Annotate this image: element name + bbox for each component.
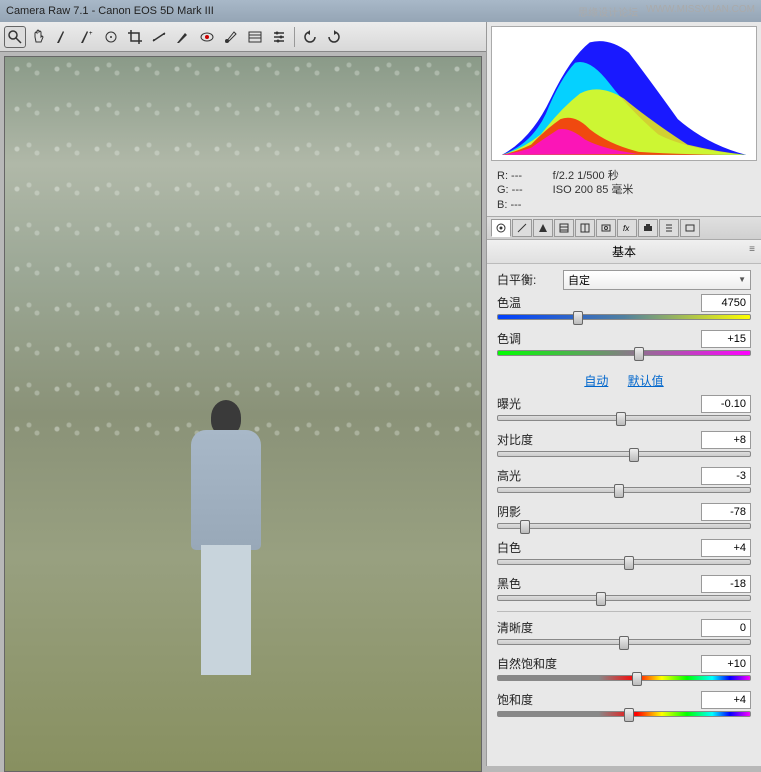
exif-b: B: --- bbox=[497, 198, 523, 212]
tint-thumb[interactable] bbox=[634, 347, 644, 361]
preview-area: + bbox=[0, 22, 486, 766]
tab-lens-corrections[interactable] bbox=[596, 219, 616, 237]
title-bar: Camera Raw 7.1 - Canon EOS 5D Mark III 思… bbox=[0, 0, 761, 22]
histogram[interactable] bbox=[491, 26, 757, 161]
exposure-value[interactable]: -0.10 bbox=[701, 395, 751, 413]
exposure-slider[interactable]: 曝光-0.10 bbox=[497, 395, 751, 423]
preferences-tool[interactable] bbox=[268, 26, 290, 48]
temperature-value[interactable]: 4750 bbox=[701, 294, 751, 312]
wb-label: 白平衡: bbox=[497, 271, 557, 288]
tab-basic[interactable] bbox=[491, 219, 511, 237]
tint-slider[interactable]: 色调+15 bbox=[497, 330, 751, 358]
targeted-adjustment-tool[interactable] bbox=[100, 26, 122, 48]
contrast-slider[interactable]: 对比度+8 bbox=[497, 431, 751, 459]
auto-link[interactable]: 自动 bbox=[584, 374, 608, 388]
blacks-value[interactable]: -18 bbox=[701, 575, 751, 593]
shadows-slider[interactable]: 阴影-78 bbox=[497, 503, 751, 531]
clarity-value[interactable]: 0 bbox=[701, 619, 751, 637]
tab-tone-curve[interactable] bbox=[512, 219, 532, 237]
tab-hsl[interactable] bbox=[554, 219, 574, 237]
rotate-right-tool[interactable] bbox=[323, 26, 345, 48]
straighten-tool[interactable] bbox=[148, 26, 170, 48]
clarity-slider[interactable]: 清晰度0 bbox=[497, 619, 751, 647]
panel-title: 基本 ≡ bbox=[487, 240, 761, 264]
toolbar: + bbox=[0, 22, 486, 52]
adjustment-brush-tool[interactable] bbox=[220, 26, 242, 48]
contrast-value[interactable]: +8 bbox=[701, 431, 751, 449]
image-preview[interactable] bbox=[4, 56, 482, 772]
saturation-slider[interactable]: 饱和度+4 bbox=[497, 691, 751, 719]
hand-tool[interactable] bbox=[28, 26, 50, 48]
tint-value[interactable]: +15 bbox=[701, 330, 751, 348]
tab-split-toning[interactable] bbox=[575, 219, 595, 237]
exif-r: R: --- bbox=[497, 169, 523, 183]
exif-info: R: --- G: --- B: --- f/2.2 1/500 秒 ISO 2… bbox=[487, 165, 761, 216]
tab-strip: fx bbox=[487, 216, 761, 240]
panel-menu-icon[interactable]: ≡ bbox=[749, 244, 755, 255]
tab-snapshots[interactable] bbox=[680, 219, 700, 237]
app-title: Camera Raw 7.1 - Canon EOS 5D Mark III bbox=[6, 5, 214, 17]
auto-default-links: 自动 默认值 bbox=[497, 366, 751, 395]
graduated-filter-tool[interactable] bbox=[244, 26, 266, 48]
crop-tool[interactable] bbox=[124, 26, 146, 48]
separator bbox=[294, 27, 295, 47]
highlights-value[interactable]: -3 bbox=[701, 467, 751, 485]
rotate-left-tool[interactable] bbox=[299, 26, 321, 48]
watermark: 思缘设计论坛 WWW.MISSYUAN.COM bbox=[578, 4, 755, 19]
wb-dropdown[interactable]: 自定 bbox=[563, 270, 751, 290]
white-balance-tool[interactable] bbox=[52, 26, 74, 48]
svg-text:fx: fx bbox=[623, 224, 630, 233]
tab-detail[interactable] bbox=[533, 219, 553, 237]
zoom-tool[interactable] bbox=[4, 26, 26, 48]
color-sampler-tool[interactable]: + bbox=[76, 26, 98, 48]
default-link[interactable]: 默认值 bbox=[628, 374, 664, 388]
whites-value[interactable]: +4 bbox=[701, 539, 751, 557]
vibrance-slider[interactable]: 自然饱和度+10 bbox=[497, 655, 751, 683]
exif-g: G: --- bbox=[497, 183, 523, 197]
temperature-slider[interactable]: 色温4750 bbox=[497, 294, 751, 322]
svg-text:+: + bbox=[89, 31, 93, 37]
tab-presets[interactable] bbox=[659, 219, 679, 237]
tab-camera-calibration[interactable] bbox=[638, 219, 658, 237]
adjustment-panel: R: --- G: --- B: --- f/2.2 1/500 秒 ISO 2… bbox=[486, 22, 761, 766]
tab-effects[interactable]: fx bbox=[617, 219, 637, 237]
saturation-value[interactable]: +4 bbox=[701, 691, 751, 709]
exif-iso: ISO 200 85 毫米 bbox=[553, 183, 634, 197]
vibrance-value[interactable]: +10 bbox=[701, 655, 751, 673]
shadows-value[interactable]: -78 bbox=[701, 503, 751, 521]
blacks-slider[interactable]: 黑色-18 bbox=[497, 575, 751, 603]
highlights-slider[interactable]: 高光-3 bbox=[497, 467, 751, 495]
exif-aperture: f/2.2 1/500 秒 bbox=[553, 169, 634, 183]
whites-slider[interactable]: 白色+4 bbox=[497, 539, 751, 567]
temperature-thumb[interactable] bbox=[573, 311, 583, 325]
red-eye-tool[interactable] bbox=[196, 26, 218, 48]
spot-removal-tool[interactable] bbox=[172, 26, 194, 48]
